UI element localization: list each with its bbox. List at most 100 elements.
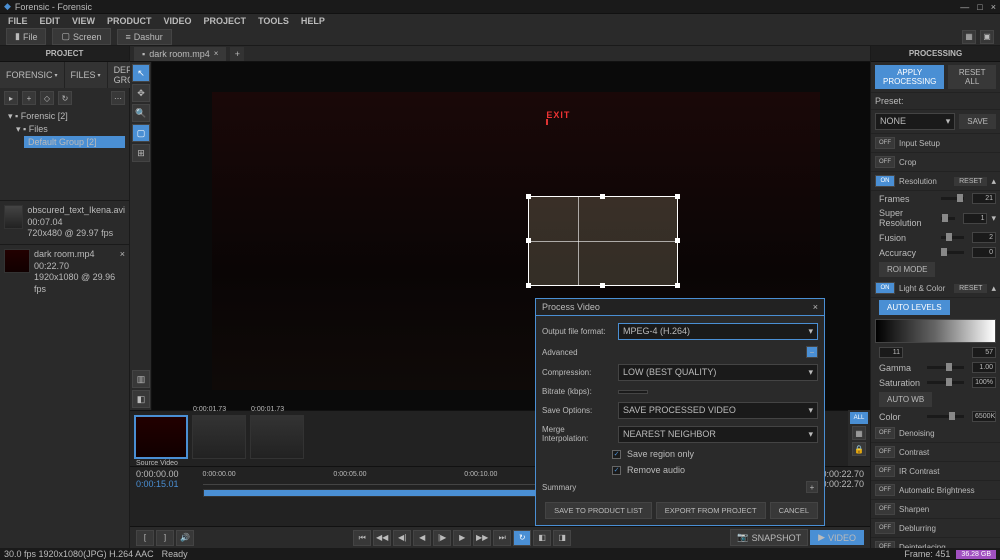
mute-icon[interactable]: 🔊 [176,530,194,546]
maximize-icon[interactable]: □ [977,2,982,12]
range-b[interactable]: ◨ [553,530,571,546]
close-icon[interactable]: × [214,49,219,58]
save-select[interactable]: SAVE PROCESSED VIDEO▾ [618,402,818,419]
prev[interactable]: ◀ [413,530,431,546]
toggle-deblur[interactable]: OFF [875,522,895,534]
apply-button[interactable]: APPLY PROCESSING [875,65,944,89]
range-a[interactable]: ◧ [533,530,551,546]
fusion-slider[interactable] [941,236,964,239]
proj-collapse[interactable]: + [22,91,36,105]
remove-audio-checkbox[interactable]: ✓ [612,466,621,475]
auto-levels[interactable]: AUTO LEVELS [879,300,950,315]
video-tab[interactable]: ▪dark room.mp4× [134,47,226,61]
roi-rectangle[interactable] [528,196,678,286]
proj-menu[interactable]: ⋯ [111,91,125,105]
goto-end[interactable]: ⏭ [493,530,511,546]
next[interactable]: ▶ [453,530,471,546]
thumb-source[interactable]: Source Video [134,415,188,459]
format-select[interactable]: MPEG-4 (H.264)▾ [618,323,818,340]
menu-view[interactable]: VIEW [72,16,95,26]
close-icon[interactable]: × [991,2,996,12]
menu-video[interactable]: VIDEO [164,16,192,26]
tool-a[interactable]: ▦ [962,30,976,44]
roi-mode[interactable]: ROI MODE [879,262,935,277]
reset-resolution[interactable]: RESET [954,177,987,186]
tool-y[interactable]: ◧ [132,390,150,408]
close-icon[interactable]: × [120,249,125,296]
tool-b[interactable]: ▣ [980,30,994,44]
auto-wb[interactable]: AUTO WB [879,392,932,407]
tool-x[interactable]: ▥ [132,370,150,388]
step-back[interactable]: ◀◀ [373,530,391,546]
clip-1[interactable]: obscured_text_Ikena.avi 00:07.04 720x480… [0,200,129,244]
tab-forensic[interactable]: FORENSIC▾ [0,62,65,88]
clip-2[interactable]: dark room.mp4 00:22.70 1920x1080 @ 29.96… [0,244,129,300]
next-frame[interactable]: ▶▶ [473,530,491,546]
menu-product[interactable]: PRODUCT [107,16,152,26]
save-product-button[interactable]: SAVE TO PRODUCT LIST [545,502,652,519]
dashur-button[interactable]: ≡Dashur [117,29,172,45]
toggle-autobright[interactable]: OFF [875,484,895,496]
tree-files[interactable]: ▾ ▪ Files [4,123,125,136]
all-button[interactable]: ALL [850,412,868,424]
zoom-tool[interactable]: 🔍 [132,104,150,122]
gamma-slider[interactable] [927,366,964,369]
loop[interactable]: ↻ [513,530,531,546]
prev-frame[interactable]: ◀| [393,530,411,546]
snapshot-button[interactable]: 📷SNAPSHOT [730,529,808,546]
sat-slider[interactable] [927,381,964,384]
tree-root[interactable]: ▾ ▪ Forensic [2] [4,110,125,123]
histogram[interactable] [875,319,996,343]
superres-slider[interactable] [941,217,955,220]
reset-all-button[interactable]: RESET ALL [948,65,996,89]
icon-a[interactable]: ▦ [852,426,866,440]
video-button[interactable]: ▶VIDEO [810,530,864,545]
thumb-2[interactable]: 0:00:01.73 [192,415,246,459]
cursor-tool[interactable]: ↖ [132,64,150,82]
menu-tools[interactable]: TOOLS [258,16,289,26]
merge-select[interactable]: NEAREST NEIGHBOR▾ [618,426,818,443]
close-icon[interactable]: × [813,302,818,312]
out-point[interactable]: ] [156,530,174,546]
color-slider[interactable] [927,415,964,418]
save-preset[interactable]: SAVE [959,114,996,129]
measure-tool[interactable]: ⊞ [132,144,150,162]
menu-help[interactable]: HELP [301,16,325,26]
toggle-light[interactable]: ON [875,282,895,294]
proj-chevron[interactable]: ◇ [40,91,54,105]
thumb-3[interactable]: 0:00:01.73 [250,415,304,459]
hand-tool[interactable]: ✥ [132,84,150,102]
toggle-ircontrast[interactable]: OFF [875,465,895,477]
proj-refresh[interactable]: ↻ [58,91,72,105]
in-point[interactable]: [ [136,530,154,546]
proj-expand[interactable]: ▸ [4,91,18,105]
file-button[interactable]: ▮File [6,28,46,45]
add-tab[interactable]: + [230,47,244,61]
screen-button[interactable]: ▢Screen [52,28,110,45]
menu-project[interactable]: PROJECT [204,16,247,26]
menu-file[interactable]: FILE [8,16,28,26]
toggle-resolution[interactable]: ON [875,175,895,187]
goto-start[interactable]: ⏮ [353,530,371,546]
play[interactable]: |▶ [433,530,451,546]
menu-edit[interactable]: EDIT [40,16,61,26]
toggle-input[interactable]: OFF [875,137,895,149]
summary-toggle[interactable]: + [806,481,818,493]
toggle-contrast[interactable]: OFF [875,446,895,458]
toggle-denoise[interactable]: OFF [875,427,895,439]
lock-icon[interactable]: 🔒 [852,442,866,456]
compression-select[interactable]: LOW (BEST QUALITY)▾ [618,364,818,381]
toggle-sharpen[interactable]: OFF [875,503,895,515]
toggle-deint[interactable]: OFF [875,541,895,548]
minimize-icon[interactable]: — [960,2,969,12]
tab-files[interactable]: FILES▾ [65,62,108,88]
toggle-crop[interactable]: OFF [875,156,895,168]
save-region-checkbox[interactable]: ✓ [612,450,621,459]
cancel-button[interactable]: CANCEL [770,502,818,519]
frames-slider[interactable] [941,197,964,200]
export-button[interactable]: EXPORT FROM PROJECT [656,502,766,519]
accuracy-slider[interactable] [941,251,964,254]
region-tool[interactable]: ▢ [132,124,150,142]
advanced-toggle[interactable]: − [806,346,818,358]
tree-group[interactable]: Default Group [2] [24,136,125,148]
